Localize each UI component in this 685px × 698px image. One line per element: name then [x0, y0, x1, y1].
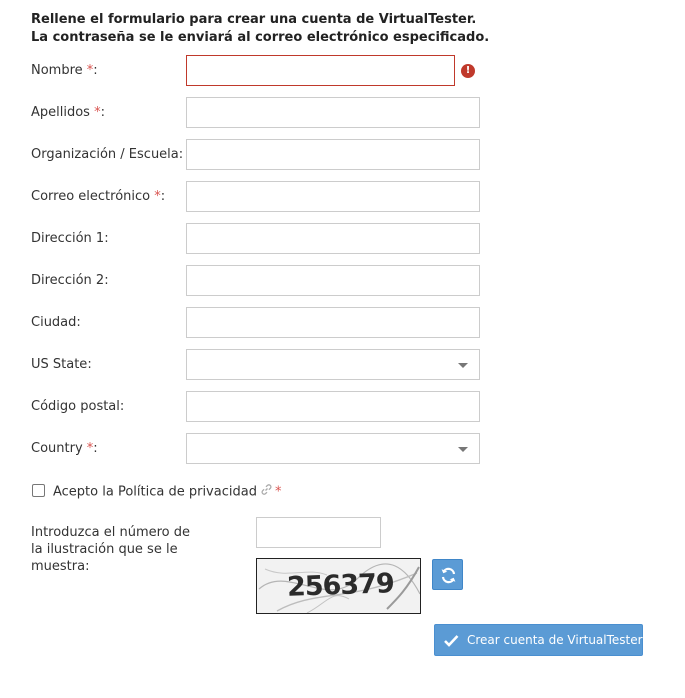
codigo-postal-label-text: Código postal	[31, 399, 120, 414]
ciudad-label: Ciudad:	[31, 315, 81, 331]
nombre-input[interactable]	[186, 55, 455, 86]
check-icon	[444, 635, 459, 647]
country-label-text: Country	[31, 441, 83, 456]
direccion2-input[interactable]	[186, 265, 480, 296]
captcha-image: 256379	[256, 558, 421, 614]
ciudad-label-text: Ciudad	[31, 315, 77, 330]
apellidos-input[interactable]	[186, 97, 480, 128]
country-select[interactable]	[186, 433, 480, 464]
direccion1-label: Dirección 1:	[31, 231, 109, 247]
captcha-label: Introduzca el número de la ilustración q…	[31, 525, 191, 574]
label-colon: :	[104, 273, 109, 288]
direccion2-label-text: Dirección 2	[31, 273, 105, 288]
codigo-postal-input[interactable]	[186, 391, 480, 422]
captcha-input[interactable]	[256, 517, 381, 548]
label-colon: :	[93, 441, 98, 456]
captcha-refresh-button[interactable]	[432, 559, 463, 590]
us-state-label: US State:	[31, 357, 92, 373]
direccion1-input[interactable]	[186, 223, 480, 254]
label-colon: :	[100, 105, 105, 120]
organizacion-label: Organización / Escuela:	[31, 147, 183, 163]
correo-label: Correo electrónico *:	[31, 189, 165, 205]
required-mark: *	[274, 484, 282, 500]
captcha-text: 256379	[286, 568, 395, 603]
privacy-label-text[interactable]: Acepto la Política de privacidad	[53, 485, 257, 500]
apellidos-label-text: Apellidos	[31, 105, 90, 120]
label-colon: :	[178, 147, 184, 162]
chevron-down-icon	[458, 447, 468, 452]
organizacion-input[interactable]	[186, 139, 480, 170]
ciudad-input[interactable]	[186, 307, 480, 338]
label-colon: :	[76, 315, 81, 330]
correo-label-text: Correo electrónico	[31, 189, 151, 204]
nombre-label-text: Nombre	[31, 63, 83, 78]
label-colon: :	[93, 63, 98, 78]
label-colon: :	[87, 357, 92, 372]
link-icon[interactable]	[260, 483, 273, 501]
nombre-label: Nombre *:	[31, 63, 98, 79]
country-label: Country *:	[31, 441, 98, 457]
form-intro: Rellene el formulario para crear una cue…	[31, 12, 490, 45]
exclamation-circle-icon: !	[461, 64, 475, 78]
apellidos-label: Apellidos *:	[31, 105, 105, 121]
us-state-label-text: US State	[31, 357, 88, 372]
label-colon: :	[160, 189, 166, 204]
refresh-icon	[441, 567, 456, 584]
organizacion-label-text: Organización / Escuela	[31, 147, 179, 162]
codigo-postal-label: Código postal:	[31, 399, 124, 415]
direccion2-label: Dirección 2:	[31, 273, 109, 289]
label-colon: :	[104, 231, 109, 246]
direccion1-label-text: Dirección 1	[31, 231, 105, 246]
privacy-label: Acepto la Política de privacidad *	[53, 483, 281, 501]
privacy-checkbox[interactable]	[32, 484, 45, 497]
us-state-select[interactable]	[186, 349, 480, 380]
create-account-button-label: Crear cuenta de VirtualTester	[467, 633, 643, 647]
correo-input[interactable]	[186, 181, 480, 212]
create-account-button[interactable]: Crear cuenta de VirtualTester	[434, 624, 643, 656]
label-colon: :	[119, 399, 125, 414]
chevron-down-icon	[458, 363, 468, 368]
